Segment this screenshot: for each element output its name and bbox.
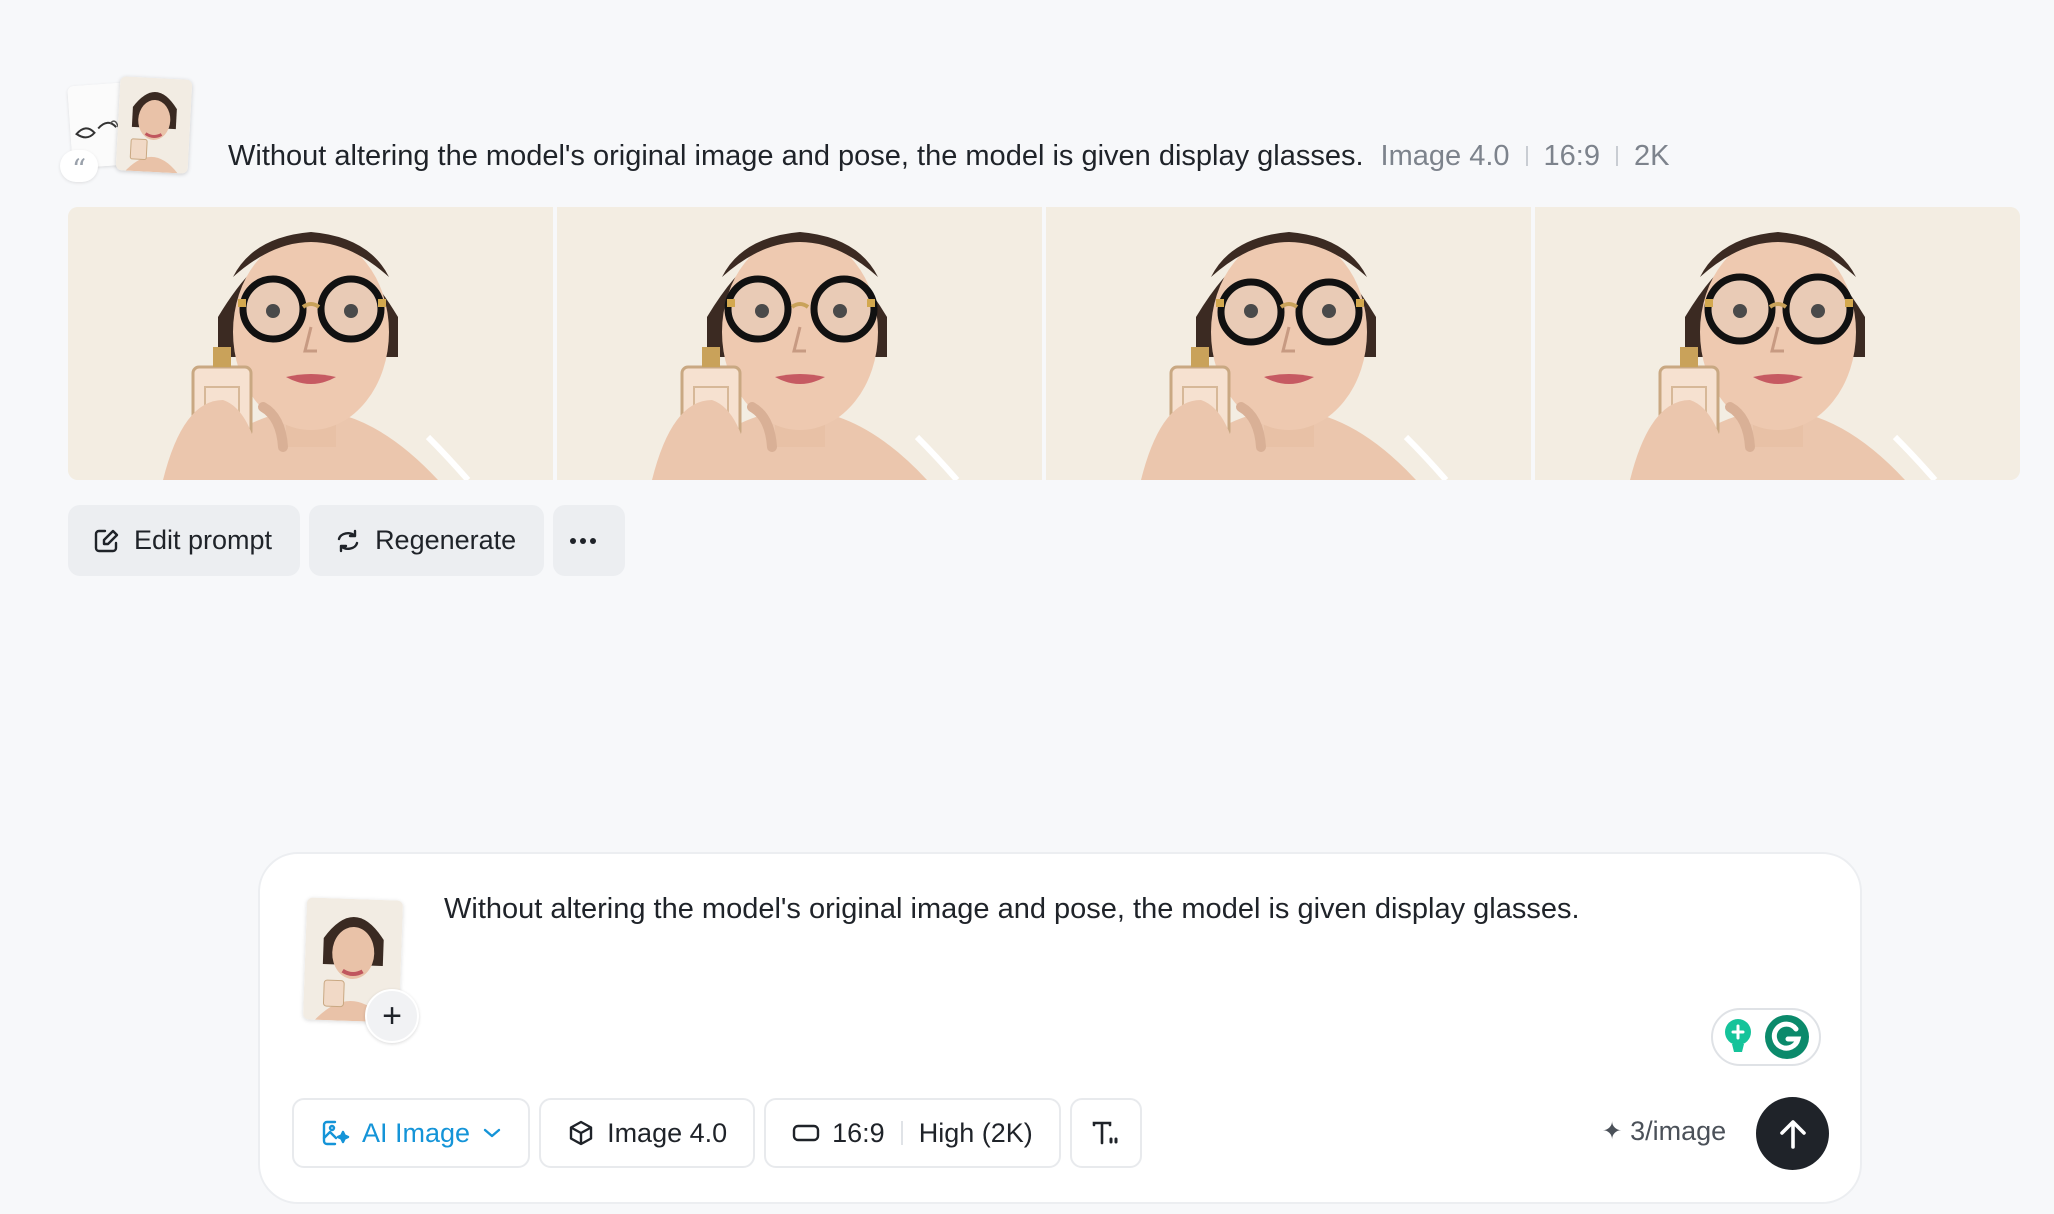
more-options-button[interactable] [553, 505, 626, 576]
lightbulb-icon [1725, 1019, 1751, 1052]
prompt-input[interactable]: Without altering the model's original im… [444, 888, 1794, 930]
cost-label: 3/image [1630, 1116, 1727, 1146]
sparkle-icon: ✦ [1602, 1118, 1623, 1145]
text-format-icon [1092, 1121, 1118, 1145]
ratio-quality-selector[interactable]: 16:9 High (2K) [764, 1098, 1061, 1168]
composer-toolbar: AI Image Image 4.0 16:9 High (2K) [292, 1098, 1142, 1168]
quality-label: High (2K) [918, 1117, 1033, 1148]
grammarly-widget[interactable] [1711, 1008, 1821, 1066]
history-resolution: 2K [1633, 139, 1670, 172]
edit-prompt-button[interactable]: Edit prompt [68, 505, 301, 576]
portrait-illustration [1046, 207, 1531, 480]
text-style-button[interactable] [1069, 1098, 1142, 1168]
more-icon [570, 537, 597, 544]
quote-icon: “ [60, 150, 98, 186]
generated-image-2[interactable] [557, 207, 1042, 480]
regenerate-label: Regenerate [375, 525, 517, 555]
portrait-illustration [1535, 207, 2020, 480]
mode-selector[interactable]: AI Image [292, 1098, 531, 1168]
generated-image-3[interactable] [1046, 207, 1531, 480]
mode-label: AI Image [362, 1117, 471, 1148]
aspect-ratio-icon [792, 1124, 820, 1142]
edit-icon [94, 529, 119, 552]
grammarly-g-icon [1765, 1015, 1809, 1059]
edit-prompt-label: Edit prompt [134, 525, 273, 555]
divider [1525, 146, 1528, 166]
generated-image-4[interactable] [1535, 207, 2020, 480]
ratio-label: 16:9 [832, 1117, 885, 1148]
history-model: Image 4.0 [1380, 139, 1510, 172]
reference-image-model [115, 76, 193, 174]
prompt-composer: + Without altering the model's original … [258, 852, 1862, 1204]
regenerate-icon [337, 529, 359, 552]
arrow-up-icon [1779, 1119, 1806, 1149]
history-ratio: 16:9 [1543, 139, 1600, 172]
history-message: “ Without altering the model's original … [60, 76, 1669, 186]
portrait-illustration [68, 207, 553, 480]
cube-icon [569, 1120, 593, 1146]
history-prompt-line: Without altering the model's original im… [228, 140, 1669, 173]
portrait-illustration [557, 207, 1042, 480]
send-button[interactable] [1756, 1097, 1829, 1170]
chevron-down-icon [483, 1128, 501, 1138]
regenerate-button[interactable]: Regenerate [309, 505, 545, 576]
reference-image-stack[interactable]: “ [60, 76, 198, 186]
model-selector[interactable]: Image 4.0 [539, 1098, 756, 1168]
model-label: Image 4.0 [607, 1117, 728, 1148]
divider [900, 1121, 903, 1145]
generated-image-grid [68, 207, 2020, 480]
divider [1615, 146, 1618, 166]
result-actions: Edit prompt Regenerate [68, 505, 626, 576]
ai-image-icon [322, 1120, 350, 1146]
history-prompt-text: Without altering the model's original im… [228, 139, 1364, 172]
generated-image-1[interactable] [68, 207, 553, 480]
add-reference-button[interactable]: + [365, 989, 419, 1043]
credit-cost: ✦ 3/image [1602, 1116, 1726, 1147]
